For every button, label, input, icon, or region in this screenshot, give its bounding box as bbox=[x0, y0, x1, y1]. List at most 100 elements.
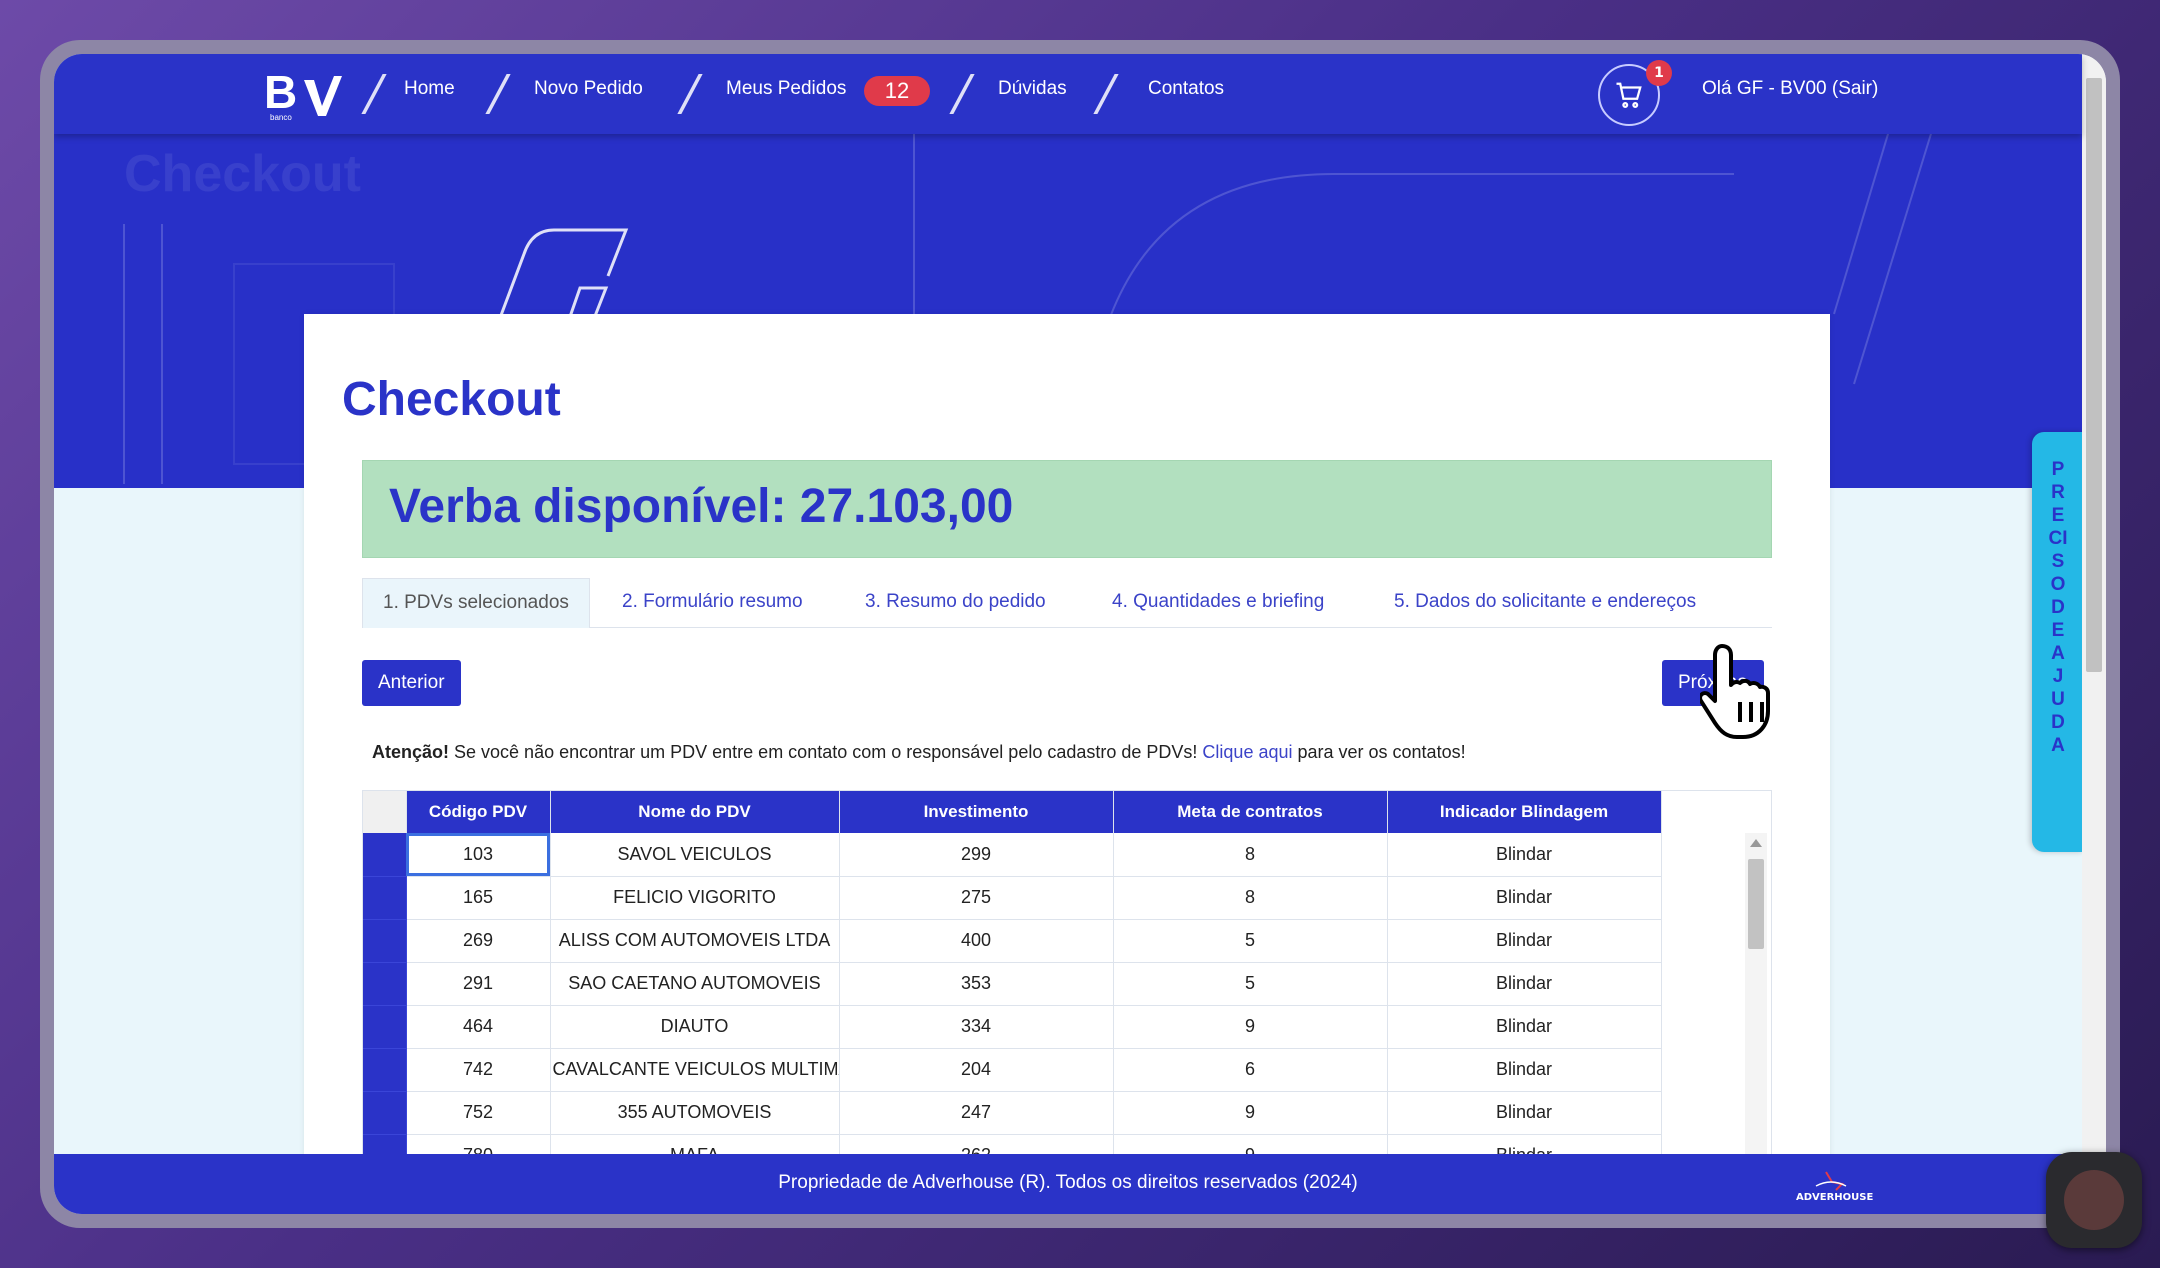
nav-contatos[interactable]: Contatos bbox=[1148, 78, 1224, 100]
nav-home[interactable]: Home bbox=[404, 78, 455, 100]
cell-codigo[interactable]: 464 bbox=[406, 1005, 551, 1049]
row-header[interactable] bbox=[363, 962, 407, 1006]
grid-scroll-thumb[interactable] bbox=[1748, 859, 1764, 949]
cell-nome[interactable]: FELICIO VIGORITO bbox=[550, 876, 840, 920]
user-greeting-logout[interactable]: Olá GF - BV00 (Sair) bbox=[1702, 78, 1878, 100]
tab-pdvs-selecionados[interactable]: 1. PDVs selecionados bbox=[362, 578, 590, 628]
checkout-steps: 1. PDVs selecionados 2. Formulário resum… bbox=[362, 578, 1772, 628]
col-nome-pdv[interactable]: Nome do PDV bbox=[550, 791, 840, 833]
nav-duvidas[interactable]: Dúvidas bbox=[998, 78, 1067, 100]
cell-nome[interactable]: ALISS COM AUTOMOVEIS LTDA bbox=[550, 919, 840, 963]
cell-nome[interactable]: 355 AUTOMOVEIS bbox=[550, 1091, 840, 1135]
cell-investimento[interactable]: 247 bbox=[839, 1091, 1114, 1135]
nav-novo-pedido[interactable]: Novo Pedido bbox=[534, 78, 643, 100]
notice-text: Atenção! Se você não encontrar um PDV en… bbox=[372, 742, 1466, 763]
notice-bold: Atenção! bbox=[372, 742, 450, 762]
page-scroll-thumb[interactable] bbox=[2086, 78, 2102, 672]
row-header[interactable] bbox=[363, 919, 407, 963]
cell-indicador[interactable]: Blindar bbox=[1387, 962, 1662, 1006]
cell-investimento[interactable]: 353 bbox=[839, 962, 1114, 1006]
orders-count-badge: 12 bbox=[864, 76, 930, 106]
adverhouse-avatar-icon bbox=[2064, 1170, 2124, 1230]
row-header[interactable] bbox=[363, 1091, 407, 1135]
cell-investimento[interactable]: 204 bbox=[839, 1048, 1114, 1092]
svg-text:B: B bbox=[264, 66, 297, 118]
cell-codigo[interactable]: 269 bbox=[406, 919, 551, 963]
page-scrollbar[interactable] bbox=[2082, 54, 2106, 1214]
nav-meus-pedidos[interactable]: Meus Pedidos bbox=[726, 78, 846, 100]
table-row[interactable]: 752 355 AUTOMOVEIS 247 9 Blindar bbox=[363, 1091, 1662, 1135]
cell-indicador[interactable]: Blindar bbox=[1387, 1048, 1662, 1092]
tab-quantidades-briefing[interactable]: 4. Quantidades e briefing bbox=[1092, 578, 1344, 628]
cell-meta[interactable]: 9 bbox=[1113, 1091, 1388, 1135]
hand-pointer-icon bbox=[1700, 644, 1770, 739]
cell-investimento[interactable]: 400 bbox=[839, 919, 1114, 963]
svg-text:banco: banco bbox=[270, 113, 292, 122]
cell-nome[interactable]: CAVALCANTE VEICULOS MULTIMA bbox=[550, 1048, 840, 1092]
cell-codigo[interactable]: 103 bbox=[406, 833, 551, 877]
cell-meta[interactable]: 5 bbox=[1113, 919, 1388, 963]
footer: Propriedade de Adverhouse (R). Todos os … bbox=[54, 1154, 2082, 1214]
scroll-up-arrow-icon[interactable] bbox=[1750, 839, 1762, 847]
checkout-card: Checkout Verba disponível: 27.103,00 1. … bbox=[304, 314, 1830, 1214]
cell-indicador[interactable]: Blindar bbox=[1387, 876, 1662, 920]
cell-indicador[interactable]: Blindar bbox=[1387, 1091, 1662, 1135]
table-header-row: Código PDV Nome do PDV Investimento Meta… bbox=[363, 791, 1662, 833]
nav-separator bbox=[677, 74, 703, 114]
tab-formulario-resumo[interactable]: 2. Formulário resumo bbox=[602, 578, 823, 628]
cell-codigo[interactable]: 165 bbox=[406, 876, 551, 920]
table-row[interactable]: 165 FELICIO VIGORITO 275 8 Blindar bbox=[363, 876, 1662, 920]
cell-nome[interactable]: SAO CAETANO AUTOMOVEIS bbox=[550, 962, 840, 1006]
footer-copyright: Propriedade de Adverhouse (R). Todos os … bbox=[778, 1172, 1358, 1193]
nav-separator bbox=[361, 74, 387, 114]
cell-meta[interactable]: 6 bbox=[1113, 1048, 1388, 1092]
cell-codigo[interactable]: 291 bbox=[406, 962, 551, 1006]
cell-meta[interactable]: 5 bbox=[1113, 962, 1388, 1006]
cell-investimento[interactable]: 299 bbox=[839, 833, 1114, 877]
previous-button[interactable]: Anterior bbox=[362, 660, 461, 706]
cell-indicador[interactable]: Blindar bbox=[1387, 833, 1662, 877]
table-row[interactable]: 269 ALISS COM AUTOMOVEIS LTDA 400 5 Blin… bbox=[363, 919, 1662, 963]
contacts-link[interactable]: Clique aqui bbox=[1202, 742, 1292, 762]
row-header[interactable] bbox=[363, 876, 407, 920]
help-side-tab[interactable]: PRECISO DE AJUDA bbox=[2032, 432, 2084, 852]
pdv-grid[interactable]: Código PDV Nome do PDV Investimento Meta… bbox=[362, 790, 1772, 1214]
col-codigo-pdv[interactable]: Código PDV bbox=[406, 791, 551, 833]
row-header[interactable] bbox=[363, 833, 407, 877]
cell-nome[interactable]: DIAUTO bbox=[550, 1005, 840, 1049]
page-title: Checkout bbox=[342, 373, 561, 426]
table-row[interactable]: 464 DIAUTO 334 9 Blindar bbox=[363, 1005, 1662, 1049]
cell-indicador[interactable]: Blindar bbox=[1387, 919, 1662, 963]
cell-codigo[interactable]: 742 bbox=[406, 1048, 551, 1092]
cell-meta[interactable]: 8 bbox=[1113, 833, 1388, 877]
cell-investimento[interactable]: 275 bbox=[839, 876, 1114, 920]
device-frame: B banco Home Novo Pedido Meus Pedidos 12… bbox=[40, 40, 2120, 1228]
tab-dados-solicitante[interactable]: 5. Dados do solicitante e endereços bbox=[1374, 578, 1716, 628]
row-header[interactable] bbox=[363, 1005, 407, 1049]
col-indicador-blindagem[interactable]: Indicador Blindagem bbox=[1387, 791, 1662, 833]
row-header[interactable] bbox=[363, 1048, 407, 1092]
col-investimento[interactable]: Investimento bbox=[839, 791, 1114, 833]
cell-indicador[interactable]: Blindar bbox=[1387, 1005, 1662, 1049]
cell-meta[interactable]: 9 bbox=[1113, 1005, 1388, 1049]
adverhouse-logo: ADVERHOUSE bbox=[1796, 1168, 1873, 1207]
nav-separator bbox=[949, 74, 975, 114]
adverhouse-logo-text: ADVERHOUSE bbox=[1796, 1192, 1874, 1203]
notice-tail: para ver os contatos! bbox=[1292, 742, 1466, 762]
bv-logo[interactable]: B banco bbox=[264, 66, 344, 122]
browser-viewport: B banco Home Novo Pedido Meus Pedidos 12… bbox=[54, 54, 2106, 1214]
pdv-table: Código PDV Nome do PDV Investimento Meta… bbox=[363, 791, 1662, 1214]
table-row[interactable]: 742 CAVALCANTE VEICULOS MULTIMA 204 6 Bl… bbox=[363, 1048, 1662, 1092]
cell-nome[interactable]: SAVOL VEICULOS bbox=[550, 833, 840, 877]
budget-banner: Verba disponível: 27.103,00 bbox=[362, 460, 1772, 558]
budget-available: Verba disponível: 27.103,00 bbox=[389, 480, 1014, 533]
cell-codigo[interactable]: 752 bbox=[406, 1091, 551, 1135]
col-meta-contratos[interactable]: Meta de contratos bbox=[1113, 791, 1388, 833]
table-row[interactable]: 103 SAVOL VEICULOS 299 8 Blindar bbox=[363, 833, 1662, 877]
floating-chat-button[interactable] bbox=[2046, 1152, 2142, 1248]
cell-investimento[interactable]: 334 bbox=[839, 1005, 1114, 1049]
nav-separator bbox=[1093, 74, 1119, 114]
tab-resumo-pedido[interactable]: 3. Resumo do pedido bbox=[845, 578, 1066, 628]
table-row[interactable]: 291 SAO CAETANO AUTOMOVEIS 353 5 Blindar bbox=[363, 962, 1662, 1006]
cell-meta[interactable]: 8 bbox=[1113, 876, 1388, 920]
